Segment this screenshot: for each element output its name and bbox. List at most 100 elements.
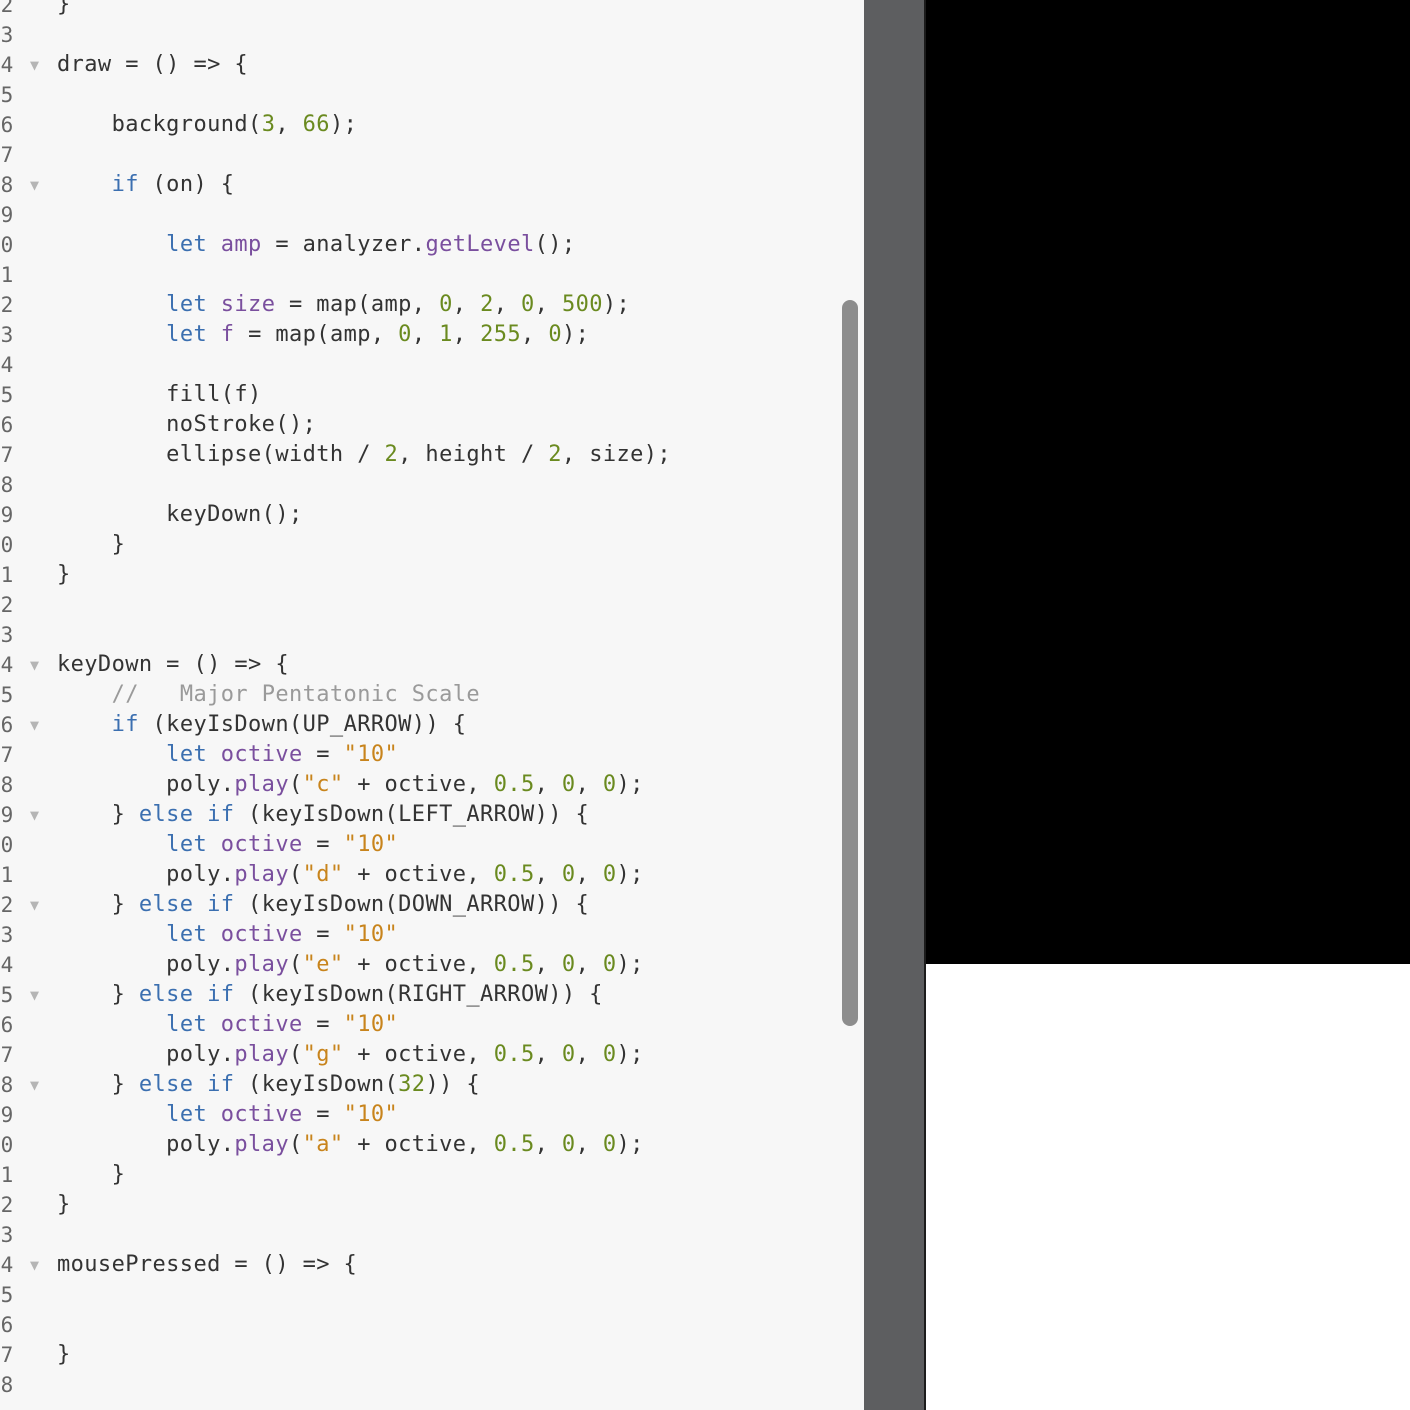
- code-line[interactable]: 52}: [0, 0, 864, 20]
- code-line[interactable]: 07}: [0, 1340, 864, 1370]
- code-line[interactable]: 90 let octive = "10": [0, 830, 864, 860]
- code-line[interactable]: 77 ellipse(width / 2, height / 2, size);: [0, 440, 864, 470]
- code-line[interactable]: 72 let size = map(amp, 0, 2, 0, 500);: [0, 290, 864, 320]
- line-number: 05: [0, 1283, 14, 1307]
- line-number: 71: [0, 263, 14, 287]
- code-line[interactable]: 99 let octive = "10": [0, 1100, 864, 1130]
- code-line[interactable]: 82: [0, 590, 864, 620]
- code-token: = map(amp,: [275, 292, 440, 317]
- code-token: (: [288, 772, 303, 797]
- code-line[interactable]: 85 // Major Pentatonic Scale: [0, 680, 864, 710]
- code-line[interactable]: 73 let f = map(amp, 0, 1, 255, 0);: [0, 320, 864, 350]
- line-number: 93: [0, 923, 14, 947]
- code-text: poly.play("d" + octive, 0.5, 0, 0);: [57, 860, 644, 890]
- code-line[interactable]: 88 poly.play("c" + octive, 0.5, 0, 0);: [0, 770, 864, 800]
- code-line[interactable]: 01 }: [0, 1160, 864, 1190]
- code-line[interactable]: 55: [0, 80, 864, 110]
- code-token: "d": [302, 862, 344, 887]
- code-line[interactable]: 91 poly.play("d" + octive, 0.5, 0, 0);: [0, 860, 864, 890]
- code-line[interactable]: 81}: [0, 560, 864, 590]
- code-line[interactable]: 74: [0, 350, 864, 380]
- code-line[interactable]: 70 let amp = analyzer.getLevel();: [0, 230, 864, 260]
- code-line[interactable]: 95 ▼ } else if (keyIsDown(RIGHT_ARROW)) {: [0, 980, 864, 1010]
- code-line[interactable]: 87 let octive = "10": [0, 740, 864, 770]
- code-line[interactable]: 71: [0, 260, 864, 290]
- code-token: ,: [575, 1132, 603, 1157]
- editor-scrollbar-thumb[interactable]: [842, 300, 858, 1026]
- code-token: ,: [452, 322, 481, 347]
- code-line[interactable]: 08: [0, 1370, 864, 1400]
- code-token: play: [234, 952, 289, 977]
- code-token: let: [166, 292, 208, 317]
- code-line[interactable]: 05: [0, 1280, 864, 1310]
- code-line[interactable]: 83: [0, 620, 864, 650]
- code-line[interactable]: 58 ▼ if (on) {: [0, 170, 864, 200]
- fold-arrow-icon[interactable]: ▼: [30, 890, 39, 920]
- code-line[interactable]: 54 ▼ draw = () => {: [0, 50, 864, 80]
- code-line[interactable]: 59: [0, 200, 864, 230]
- fold-arrow-icon[interactable]: ▼: [30, 50, 39, 80]
- code-token: 0.5: [493, 952, 535, 977]
- code-text: background(3, 66);: [57, 110, 357, 140]
- code-token: =: [302, 832, 344, 857]
- code-line[interactable]: 84 ▼ keyDown = () => {: [0, 650, 864, 680]
- code-line[interactable]: 06: [0, 1310, 864, 1340]
- code-line[interactable]: 76 noStroke();: [0, 410, 864, 440]
- code-token: "e": [302, 952, 344, 977]
- code-line[interactable]: 79 keyDown();: [0, 500, 864, 530]
- code-token: keyDown();: [57, 502, 303, 527]
- sketch-preview-canvas[interactable]: [926, 0, 1410, 964]
- fold-arrow-icon[interactable]: ▼: [30, 800, 39, 830]
- code-line[interactable]: 98 ▼ } else if (keyIsDown(32)) {: [0, 1070, 864, 1100]
- code-line[interactable]: 04 ▼ mousePressed = () => {: [0, 1250, 864, 1280]
- preview-area: [926, 964, 1410, 1410]
- fold-arrow-icon[interactable]: ▼: [30, 710, 39, 740]
- code-line[interactable]: 53: [0, 20, 864, 50]
- code-token: let: [166, 1102, 208, 1127]
- fold-arrow-icon[interactable]: ▼: [30, 170, 39, 200]
- panel-divider[interactable]: [864, 0, 926, 1410]
- code-line[interactable]: 75 fill(f): [0, 380, 864, 410]
- line-number: 56: [0, 113, 14, 137]
- code-text: draw = () => {: [57, 50, 248, 80]
- code-token: if: [111, 712, 139, 737]
- code-line[interactable]: 94 poly.play("e" + octive, 0.5, 0, 0);: [0, 950, 864, 980]
- code-token: poly.: [57, 1042, 235, 1067]
- line-number: 53: [0, 23, 14, 47]
- code-line[interactable]: 02}: [0, 1190, 864, 1220]
- code-line[interactable]: 92 ▼ } else if (keyIsDown(DOWN_ARROW)) {: [0, 890, 864, 920]
- code-line[interactable]: 96 let octive = "10": [0, 1010, 864, 1040]
- code-text: let size = map(amp, 0, 2, 0, 500);: [57, 290, 630, 320]
- fold-arrow-icon[interactable]: ▼: [30, 980, 39, 1010]
- code-line[interactable]: 80 }: [0, 530, 864, 560]
- line-number: 58: [0, 173, 14, 197]
- code-token: f: [220, 322, 235, 347]
- code-line[interactable]: 78: [0, 470, 864, 500]
- code-line[interactable]: 89 ▼ } else if (keyIsDown(LEFT_ARROW)) {: [0, 800, 864, 830]
- code-text: noStroke();: [57, 410, 316, 440]
- code-line[interactable]: 00 poly.play("a" + octive, 0.5, 0, 0);: [0, 1130, 864, 1160]
- fold-arrow-icon[interactable]: ▼: [30, 1070, 39, 1100]
- code-line[interactable]: 93 let octive = "10": [0, 920, 864, 950]
- code-token: 2: [384, 442, 399, 467]
- line-number: 73: [0, 323, 14, 347]
- fold-arrow-icon[interactable]: ▼: [30, 650, 39, 680]
- code-token: }: [57, 1072, 139, 1097]
- code-token: = map(amp,: [234, 322, 399, 347]
- fold-arrow-icon[interactable]: ▼: [30, 1250, 39, 1280]
- code-line[interactable]: 57: [0, 140, 864, 170]
- code-editor[interactable]: 52} 53 54 ▼ draw = () => {55 56 background(3,…: [0, 0, 864, 1410]
- code-text: } else if (keyIsDown(DOWN_ARROW)) {: [57, 890, 589, 920]
- code-line[interactable]: 56 background(3, 66);: [0, 110, 864, 140]
- code-token: let: [166, 322, 208, 347]
- code-line[interactable]: 03: [0, 1220, 864, 1250]
- line-number: 97: [0, 1043, 14, 1067]
- code-token: 0: [602, 1042, 617, 1067]
- code-line[interactable]: 86 ▼ if (keyIsDown(UP_ARROW)) {: [0, 710, 864, 740]
- code-token: =: [302, 922, 344, 947]
- code-token: 0.5: [493, 1132, 535, 1157]
- code-line[interactable]: 97 poly.play("g" + octive, 0.5, 0, 0);: [0, 1040, 864, 1070]
